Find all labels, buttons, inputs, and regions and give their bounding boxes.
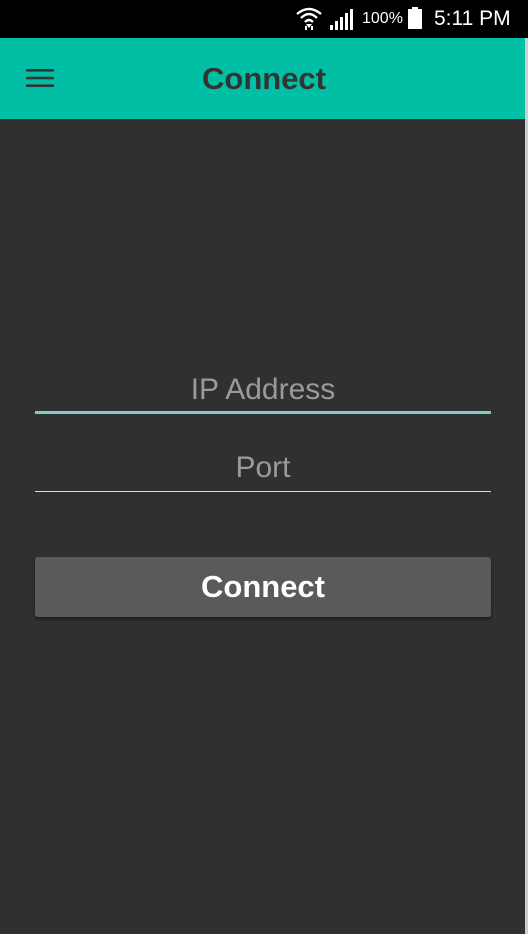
page-title: Connect (202, 61, 326, 96)
battery-icon (408, 7, 422, 29)
battery-percent: 100% (362, 10, 403, 27)
status-time: 5:11 PM (434, 7, 511, 30)
ip-address-input[interactable] (35, 366, 491, 414)
port-input[interactable] (35, 444, 491, 492)
status-bar: 100% 5:11 PM (0, 0, 528, 38)
connect-button[interactable]: Connect (35, 557, 491, 617)
ip-address-field (35, 366, 491, 414)
wifi-icon (296, 7, 322, 30)
ip-address-underline (35, 411, 491, 414)
port-underline (35, 491, 491, 492)
signal-icon (330, 9, 353, 30)
app-bar: Connect (0, 38, 528, 119)
port-field (35, 444, 491, 492)
